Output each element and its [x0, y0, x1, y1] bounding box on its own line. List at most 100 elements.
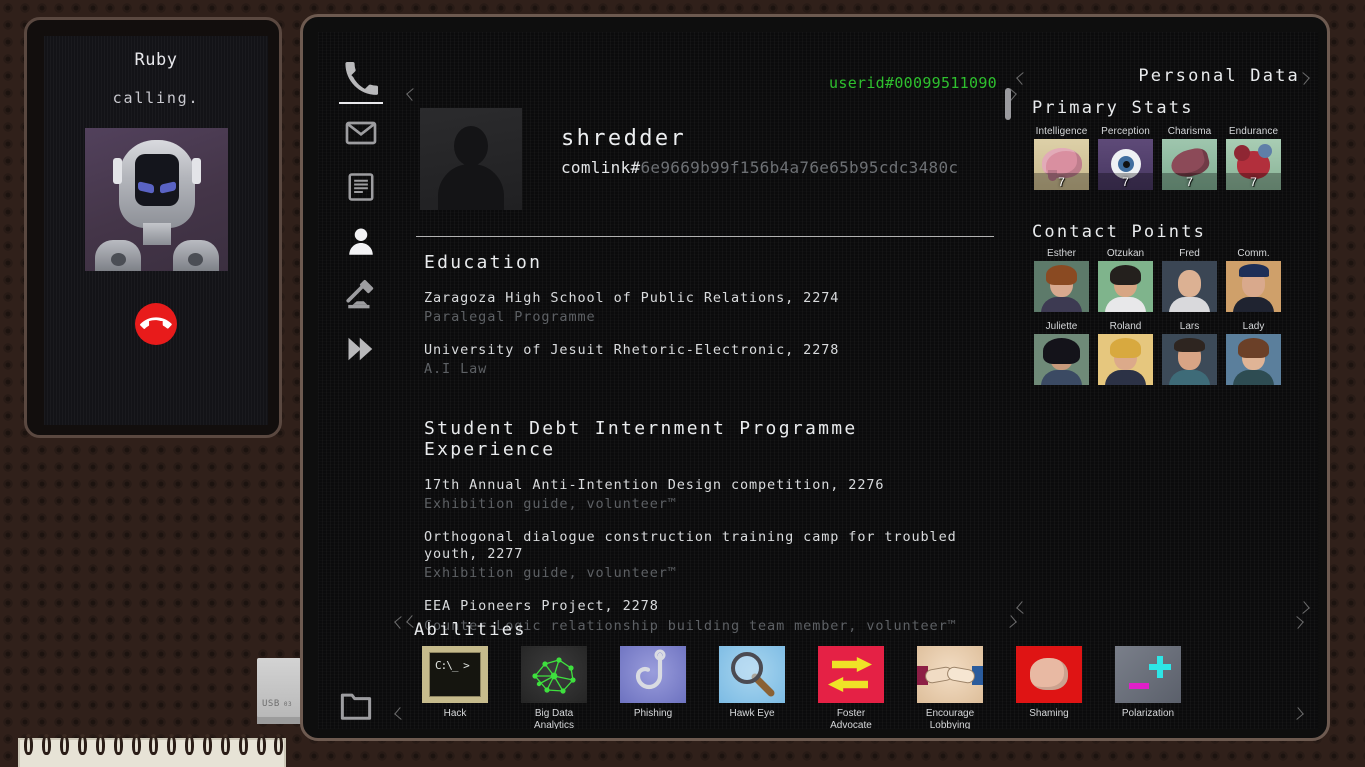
personal-data-panel: Personal Data Primary Stats Intelligence… — [1018, 60, 1308, 612]
education-entry: Zaragoza High School of Public Relations… — [424, 290, 999, 325]
stat-perception[interactable]: Perception 7 — [1098, 126, 1153, 190]
profile-divider — [416, 236, 994, 237]
stat-label: Intelligence — [1034, 126, 1089, 137]
contact-lady[interactable]: Lady — [1226, 321, 1281, 385]
contact-otzukan[interactable]: Otzukan — [1098, 248, 1153, 312]
fish-hook-svg — [620, 646, 686, 703]
tongue-icon: 7 — [1162, 139, 1217, 190]
ability-label: Foster Advocate — [818, 708, 884, 729]
nav-skip[interactable] — [337, 324, 385, 374]
stat-value: 7 — [1226, 175, 1281, 189]
ability-label: Hack — [422, 708, 488, 720]
contact-roland[interactable]: Roland — [1098, 321, 1153, 385]
stat-value: 7 — [1034, 175, 1089, 189]
document-icon — [346, 171, 376, 203]
ability-label: Polarization — [1115, 708, 1181, 720]
caller-name: Ruby — [135, 50, 178, 70]
entry-subtitle: Exhibition guide, volunteer™ — [424, 496, 999, 512]
contact-comm[interactable]: Comm. — [1226, 248, 1281, 312]
experience-section: Student Debt Internment Programme Experi… — [424, 418, 999, 634]
education-title: Education — [424, 252, 999, 273]
profile-name: shredder — [561, 126, 686, 151]
experience-entry: 17th Annual Anti-Intention Design compet… — [424, 477, 999, 512]
portrait-juliette — [1034, 334, 1089, 385]
ability-hawk-eye[interactable]: Hawk Eye — [719, 646, 785, 729]
person-icon — [346, 225, 376, 257]
fast-forward-icon — [344, 334, 378, 364]
comlink-hash: 6e9669b99f156b4a76e65b95cdc3480c — [640, 158, 958, 177]
ability-polarization[interactable]: Polarization — [1115, 646, 1181, 729]
contact-fred[interactable]: Fred — [1162, 248, 1217, 312]
entry-title: EEA Pioneers Project, 2278 — [424, 598, 999, 615]
ability-label: Shaming — [1016, 708, 1082, 720]
education-section: Education Zaragoza High School of Public… — [424, 252, 999, 377]
contact-esther[interactable]: Esther — [1034, 248, 1089, 312]
contact-label: Fred — [1162, 248, 1217, 259]
nav-sidebar — [332, 54, 390, 714]
stat-label: Perception — [1098, 126, 1153, 137]
stat-charisma[interactable]: Charisma 7 — [1162, 126, 1217, 190]
portrait-fred — [1162, 261, 1217, 312]
nav-mail[interactable] — [337, 108, 385, 158]
nav-profile[interactable] — [337, 216, 385, 266]
education-entry: University of Jesuit Rhetoric-Electronic… — [424, 342, 999, 377]
experience-title: Student Debt Internment Programme Experi… — [424, 418, 999, 460]
ability-phishing[interactable]: Phishing — [620, 646, 686, 729]
contact-label: Comm. — [1226, 248, 1281, 259]
entry-title: Orthogonal dialogue construction trainin… — [424, 529, 999, 563]
two-arrows-icon — [818, 646, 884, 703]
caller-status: calling. — [113, 89, 200, 107]
ability-hack[interactable]: C:\_ > Hack — [422, 646, 488, 729]
contact-lars[interactable]: Lars — [1162, 321, 1217, 385]
comlink-label: comlink# — [561, 158, 640, 177]
network-brain-icon — [521, 646, 587, 703]
entry-title: Zaragoza High School of Public Relations… — [424, 290, 999, 307]
cv-scrollbar[interactable] — [1005, 80, 1011, 612]
plus-minus-icon — [1115, 646, 1181, 703]
gavel-icon — [344, 278, 378, 312]
cv-scroll-thumb[interactable] — [1005, 88, 1011, 120]
ability-foster-advocate[interactable]: Foster Advocate — [818, 646, 884, 729]
ability-shaming[interactable]: Shaming — [1016, 646, 1082, 729]
ability-label: Hawk Eye — [719, 708, 785, 720]
cv-panel: userid#00099511090 shredder comlink#6e96… — [408, 80, 1003, 620]
terminal-icon: C:\_ > — [422, 646, 488, 703]
stat-value: 7 — [1098, 175, 1153, 189]
comlink-row: comlink#6e9669b99f156b4a76e65b95cdc3480c — [561, 158, 958, 177]
contact-label: Roland — [1098, 321, 1153, 332]
nav-phone[interactable] — [337, 54, 385, 104]
nav-law[interactable] — [337, 270, 385, 320]
primary-stats-grid: Intelligence 7 Perception 7 Charisma — [1034, 126, 1281, 190]
portrait-esther — [1034, 261, 1089, 312]
ability-encourage-lobbying[interactable]: Encourage Lobbying — [917, 646, 983, 729]
brain-icon: 7 — [1034, 139, 1089, 190]
personal-data-title: Personal Data — [1138, 66, 1300, 86]
stat-label: Endurance — [1226, 126, 1281, 137]
contact-label: Esther — [1034, 248, 1089, 259]
ability-big-data-analytics[interactable]: Big Data Analytics — [521, 646, 587, 729]
usb-drive[interactable]: USB 03 — [257, 658, 301, 718]
contact-label: Lars — [1162, 321, 1217, 332]
phone-screen: Ruby calling. — [44, 36, 268, 425]
network-brain-svg — [521, 646, 587, 703]
ability-label: Big Data Analytics — [521, 708, 587, 729]
stat-intelligence[interactable]: Intelligence 7 — [1034, 126, 1089, 190]
experience-entry: Orthogonal dialogue construction trainin… — [424, 529, 999, 581]
nav-documents[interactable] — [337, 162, 385, 212]
monitor-bezel: userid#00099511090 shredder comlink#6e96… — [300, 14, 1330, 741]
ability-label: Encourage Lobbying — [917, 708, 983, 729]
notebook[interactable] — [18, 738, 286, 767]
ability-label: Phishing — [620, 708, 686, 720]
folder-icon — [339, 691, 373, 721]
heart-icon: 7 — [1226, 139, 1281, 190]
hangup-button[interactable] — [135, 303, 177, 345]
entry-title: 17th Annual Anti-Intention Design compet… — [424, 477, 999, 494]
phone-device: Ruby calling. — [24, 17, 282, 438]
stat-endurance[interactable]: Endurance 7 — [1226, 126, 1281, 190]
contact-juliette[interactable]: Juliette — [1034, 321, 1089, 385]
nav-folder[interactable] — [332, 682, 380, 729]
robot-avatar — [85, 128, 228, 271]
entry-title: University of Jesuit Rhetoric-Electronic… — [424, 342, 999, 359]
notebook-spiral — [20, 734, 288, 760]
terminal-screen: userid#00099511090 shredder comlink#6e96… — [318, 32, 1318, 729]
